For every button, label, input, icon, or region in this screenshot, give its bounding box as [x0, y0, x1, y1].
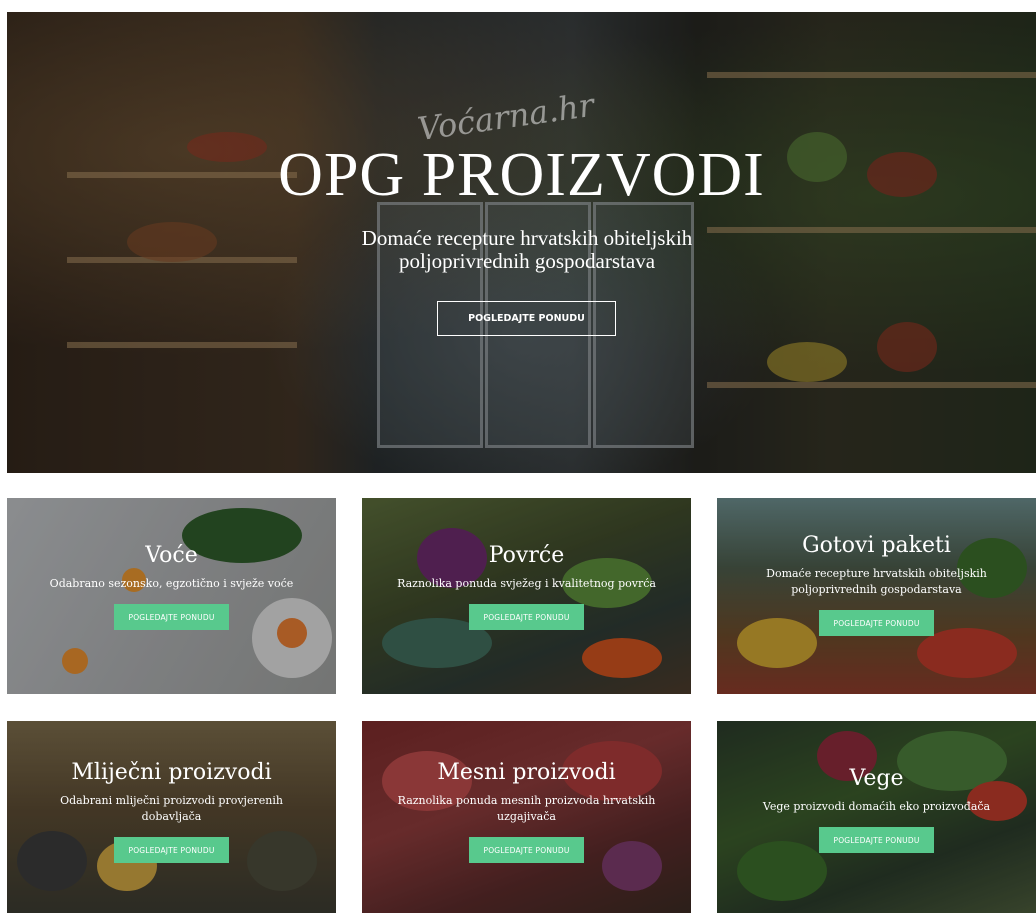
card-description: Domaće recepture hrvatskih obiteljskih p… — [766, 567, 987, 596]
card-title: Gotovi paketi — [802, 533, 951, 558]
card-offer-button[interactable]: POGLEDAJTE PONUDU — [114, 604, 229, 630]
card-content: Gotovi paketi Domaće recepture hrvatskih… — [717, 532, 1036, 636]
card-description: Vege proizvodi domaćih eko proizvođača — [762, 800, 991, 813]
hero-title: OPG PROIZVODI — [278, 141, 765, 209]
card-offer-button[interactable]: POGLEDAJTE PONUDU — [114, 837, 229, 863]
category-card-gotovi-paketi[interactable]: Gotovi paketi Domaće recepture hrvatskih… — [717, 498, 1036, 694]
card-title: Voće — [145, 543, 198, 568]
category-card-voce[interactable]: Voće Odabrano sezonsko, egzotično i svje… — [7, 498, 336, 694]
card-content: Voće Odabrano sezonsko, egzotično i svje… — [7, 542, 336, 630]
card-offer-button[interactable]: POGLEDAJTE PONUDU — [469, 837, 584, 863]
card-content: Mliječni proizvodi Odabrani mliječni pro… — [7, 759, 336, 863]
card-description: Raznolika ponuda mesnih proizvoda hrvats… — [397, 794, 656, 823]
card-title: Vege — [849, 766, 904, 791]
category-card-povrce[interactable]: Povrće Raznolika ponuda svježeg i kvalit… — [362, 498, 691, 694]
category-card-mesni-proizvodi[interactable]: Mesni proizvodi Raznolika ponuda mesnih … — [362, 721, 691, 913]
category-card-vege[interactable]: Vege Vege proizvodi domaćih eko proizvođ… — [717, 721, 1036, 913]
card-content: Vege Vege proizvodi domaćih eko proizvođ… — [717, 765, 1036, 853]
card-content: Povrće Raznolika ponuda svježeg i kvalit… — [362, 542, 691, 630]
hero-offer-button[interactable]: POGLEDAJTE PONUDU — [437, 301, 616, 336]
hero-banner: Voćarna.hr OPG PROIZVODI Domaće receptur… — [7, 12, 1036, 473]
card-offer-button[interactable]: POGLEDAJTE PONUDU — [819, 610, 934, 636]
card-title: Povrće — [488, 543, 565, 568]
card-offer-button[interactable]: POGLEDAJTE PONUDU — [469, 604, 584, 630]
card-content: Mesni proizvodi Raznolika ponuda mesnih … — [362, 759, 691, 863]
card-title: Mesni proizvodi — [437, 760, 616, 785]
hero-subtitle: Domaće recepture hrvatskih obiteljskih p… — [361, 226, 693, 273]
card-description: Raznolika ponuda svježeg i kvalitetnog p… — [397, 577, 656, 590]
card-description: Odabrano sezonsko, egzotično i svježe vo… — [49, 577, 294, 590]
card-description: Odabrani mliječni proizvodi provjerenih … — [60, 794, 283, 823]
category-card-mlijecni-proizvodi[interactable]: Mliječni proizvodi Odabrani mliječni pro… — [7, 721, 336, 913]
card-title: Mliječni proizvodi — [71, 760, 272, 785]
card-offer-button[interactable]: POGLEDAJTE PONUDU — [819, 827, 934, 853]
